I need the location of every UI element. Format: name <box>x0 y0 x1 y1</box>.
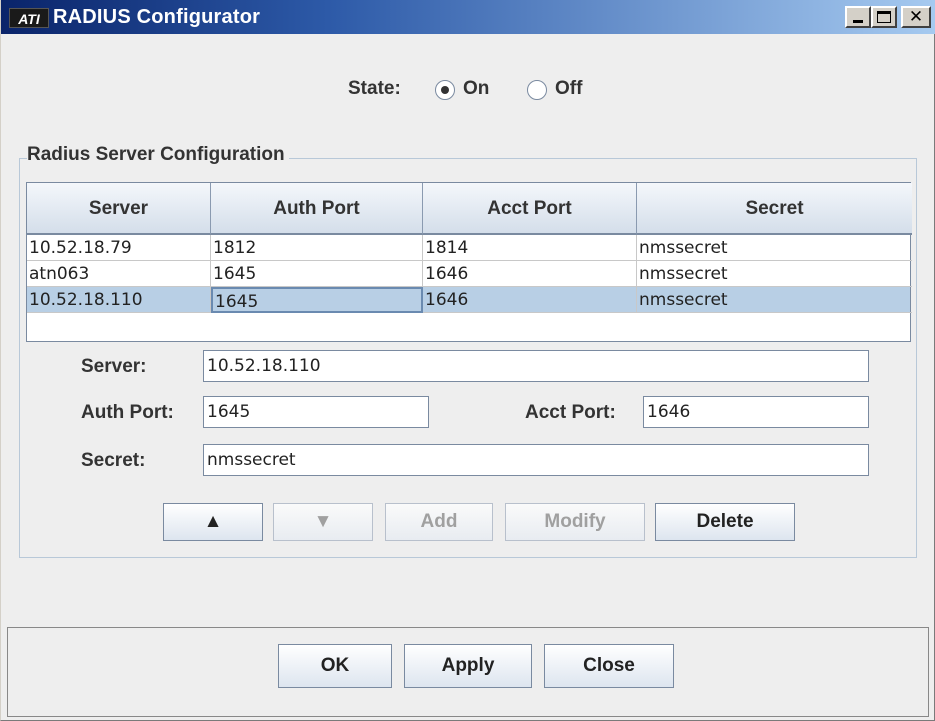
window-title: RADIUS Configurator <box>53 6 261 28</box>
ok-button[interactable]: OK <box>278 644 392 688</box>
group-title: Radius Server Configuration <box>27 144 289 166</box>
acct-port-input[interactable]: 1646 <box>643 396 869 428</box>
maximize-button[interactable] <box>871 6 897 28</box>
modify-button[interactable]: Modify <box>505 503 645 541</box>
server-label: Server: <box>81 356 147 377</box>
state-row: State: On Off <box>1 76 935 102</box>
minimize-button[interactable] <box>845 6 871 28</box>
acct-port-label: Acct Port: <box>525 402 616 423</box>
state-on-label[interactable]: On <box>463 78 489 100</box>
cell-server[interactable]: 10.52.18.110 <box>27 287 211 313</box>
maximize-icon <box>877 11 891 23</box>
move-down-button[interactable]: ▼ <box>273 503 373 541</box>
cell-auth-port[interactable]: 1812 <box>211 235 423 261</box>
move-up-button[interactable]: ▲ <box>163 503 263 541</box>
auth-port-label: Auth Port: <box>81 402 174 423</box>
column-header-secret[interactable]: Secret <box>637 183 912 235</box>
close-window-button[interactable]: ✕ <box>901 6 931 28</box>
table-header: Server Auth Port Acct Port Secret <box>27 183 912 235</box>
secret-input[interactable]: nmssecret <box>203 444 869 476</box>
footer-panel: OK Apply Close <box>7 627 929 717</box>
cell-acct-port[interactable]: 1814 <box>423 235 637 261</box>
delete-button[interactable]: Delete <box>655 503 795 541</box>
state-label: State: <box>348 78 401 99</box>
cell-secret[interactable]: nmssecret <box>637 235 912 261</box>
close-icon: ✕ <box>908 7 924 26</box>
add-button[interactable]: Add <box>385 503 493 541</box>
state-off-label[interactable]: Off <box>555 78 582 100</box>
cell-server[interactable]: atn063 <box>27 261 211 287</box>
column-header-acct-port[interactable]: Acct Port <box>423 183 637 235</box>
cell-secret[interactable]: nmssecret <box>637 261 912 287</box>
cell-secret[interactable]: nmssecret <box>637 287 912 313</box>
radius-configurator-window: ATI RADIUS Configurator ✕ State: On Off … <box>0 0 935 721</box>
title-bar[interactable]: ATI RADIUS Configurator ✕ <box>1 0 935 34</box>
secret-label: Secret: <box>81 450 146 471</box>
column-header-auth-port[interactable]: Auth Port <box>211 183 423 235</box>
cell-auth-port[interactable]: 1645 <box>211 287 423 313</box>
auth-port-input[interactable]: 1645 <box>203 396 429 428</box>
table-row-selected[interactable]: 10.52.18.110 1645 1646 nmssecret <box>27 287 912 313</box>
state-off-radio[interactable] <box>527 80 547 100</box>
server-table[interactable]: Server Auth Port Acct Port Secret 10.52.… <box>26 182 912 342</box>
cell-auth-port[interactable]: 1645 <box>211 261 423 287</box>
column-header-server[interactable]: Server <box>27 183 211 235</box>
ati-logo-icon: ATI <box>9 8 49 28</box>
down-arrow-icon: ▼ <box>313 511 333 532</box>
table-row[interactable]: 10.52.18.79 1812 1814 nmssecret <box>27 235 912 261</box>
minimize-icon <box>853 20 863 23</box>
state-on-radio[interactable] <box>435 80 455 100</box>
cell-acct-port[interactable]: 1646 <box>423 287 637 313</box>
close-button[interactable]: Close <box>544 644 674 688</box>
cell-server[interactable]: 10.52.18.79 <box>27 235 211 261</box>
cell-acct-port[interactable]: 1646 <box>423 261 637 287</box>
table-row[interactable]: atn063 1645 1646 nmssecret <box>27 261 912 287</box>
apply-button[interactable]: Apply <box>404 644 532 688</box>
server-input[interactable]: 10.52.18.110 <box>203 350 869 382</box>
up-arrow-icon: ▲ <box>203 511 223 532</box>
